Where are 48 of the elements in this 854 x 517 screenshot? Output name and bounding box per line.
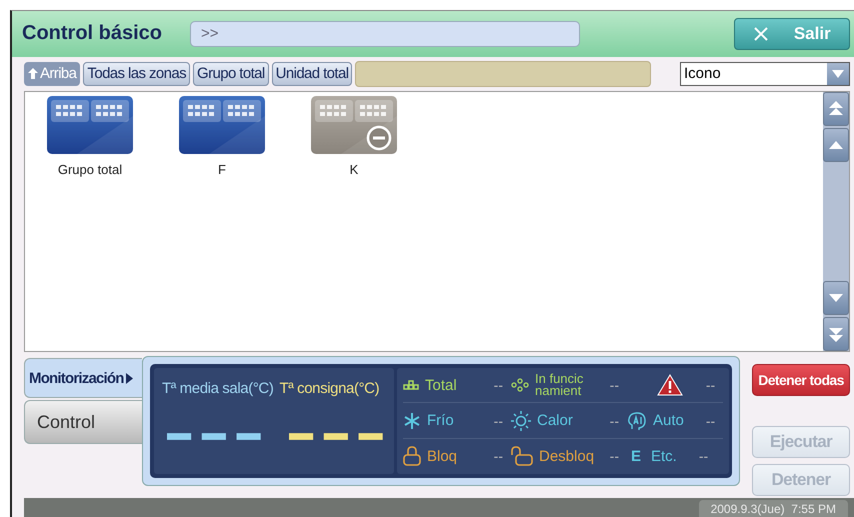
status-label: Bloq	[427, 448, 458, 465]
mode-tab[interactable]: Monitorización	[24, 358, 142, 398]
view-dropdown[interactable]: Icono	[680, 62, 850, 86]
scroll-bottom-button[interactable]	[823, 317, 849, 352]
toolbar-button[interactable]: Todas las zonas	[83, 62, 190, 86]
e-letter-icon: E	[627, 448, 645, 465]
scroll-up-button[interactable]	[823, 128, 849, 162]
up-arrow-icon	[829, 140, 843, 149]
average-temp-label: Tª media sala(°C)	[162, 380, 274, 398]
status-value: --	[494, 377, 504, 394]
close-icon	[753, 26, 770, 42]
status-value: --	[610, 377, 620, 394]
group-label: Grupo total	[58, 162, 122, 177]
status-label: Calor	[537, 412, 573, 430]
scroll-down-button[interactable]	[823, 281, 849, 316]
status-value: --	[494, 412, 504, 429]
toolbar-button[interactable]: Unidad total	[272, 62, 352, 86]
screen-title: Control básico	[22, 22, 162, 46]
status-label: Auto	[653, 412, 684, 430]
right-triangle-icon	[126, 372, 133, 384]
status-label: Etc.	[651, 448, 677, 465]
status-value: --	[610, 448, 620, 464]
caret-icon	[832, 70, 844, 78]
double-up-arrow-icon	[829, 100, 843, 117]
group-label: F	[218, 162, 226, 177]
set-temp-label: Tª consigna(°C)	[279, 380, 380, 398]
scrollbar[interactable]	[823, 92, 849, 352]
group-item[interactable]: Grupo total	[45, 96, 135, 177]
action-button[interactable]: Detener todas	[752, 364, 850, 396]
group-label: K	[350, 162, 358, 177]
status-label: Total	[425, 376, 457, 394]
down-arrow-icon	[829, 294, 843, 302]
status-value: --	[494, 448, 504, 464]
up-arrow-icon	[28, 68, 38, 80]
status-value: --	[698, 448, 710, 464]
double-down-arrow-icon	[829, 326, 843, 342]
scroll-top-button[interactable]	[823, 92, 849, 126]
status-label: Desbloq	[539, 448, 594, 465]
status-label: In funcic namient	[535, 373, 584, 398]
status-value: --	[610, 412, 620, 429]
date-time: 2009.9.3(Jue) 7:55 PM	[698, 500, 848, 517]
status-value: --	[706, 377, 716, 394]
group-item[interactable]: F	[177, 96, 267, 177]
mode-tab[interactable]: Control	[24, 400, 142, 444]
status-value: --	[706, 412, 716, 429]
status-label: Frío	[427, 412, 454, 430]
path-field: >>	[190, 20, 580, 47]
toolbar-button[interactable]: Grupo total	[193, 62, 269, 86]
